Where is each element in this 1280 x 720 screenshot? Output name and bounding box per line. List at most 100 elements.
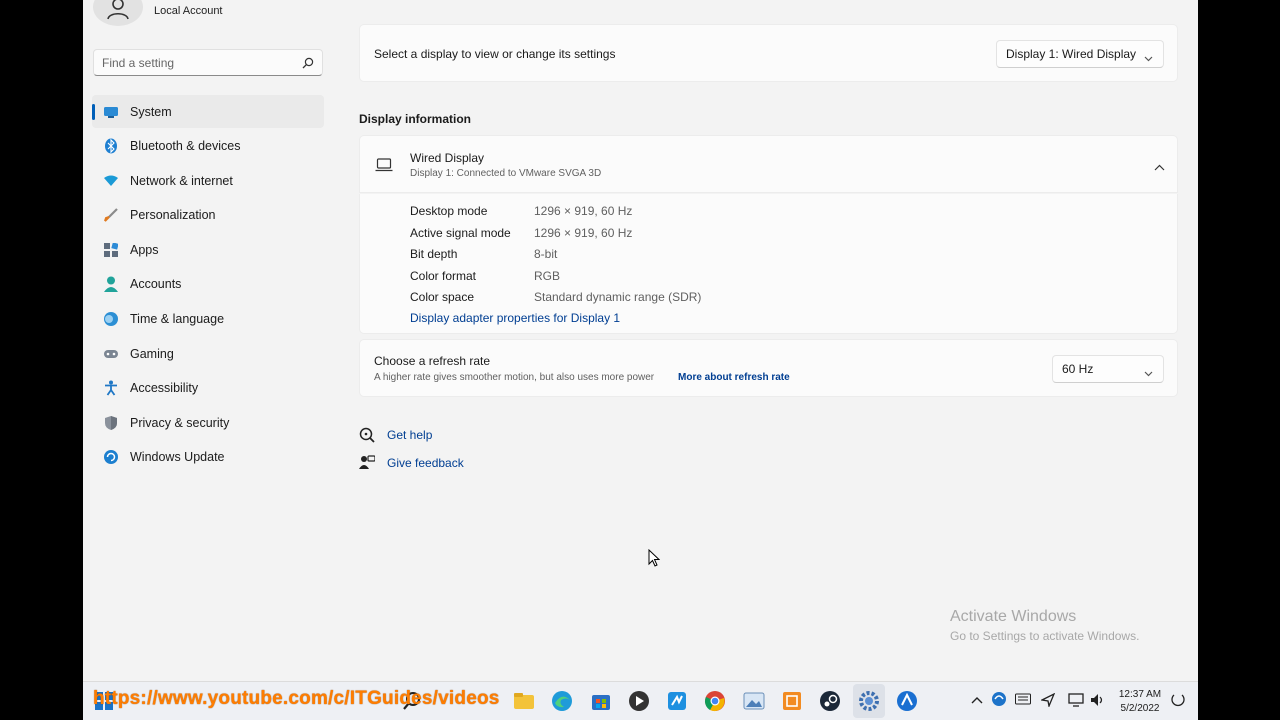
display-dropdown[interactable]: Display 1: Wired Display (996, 40, 1164, 68)
refresh-rate-label: Choose a refresh rate (374, 354, 491, 368)
sidebar-item-label: System (130, 104, 172, 119)
refresh-rate-row: Choose a refresh rate A higher rate give… (359, 339, 1178, 397)
clock-date: 5/2/2022 (1120, 703, 1160, 714)
sidebar-item-time-language[interactable]: Time & language (92, 303, 324, 336)
display-dropdown-value: Display 1: Wired Display (1006, 47, 1137, 61)
give-feedback-link[interactable]: Give feedback (359, 455, 464, 471)
help-icon (359, 427, 375, 443)
refresh-rate-more-link[interactable]: More about refresh rate (678, 372, 790, 383)
laptop-icon (375, 158, 393, 177)
sidebar-item-accounts[interactable]: Accounts (92, 268, 324, 301)
adapter-properties-link[interactable]: Display adapter properties for Display 1 (410, 311, 620, 325)
refresh-rate-description: A higher rate gives smoother motion, but… (374, 372, 655, 383)
info-value-bit-depth: 8-bit (534, 247, 558, 261)
sidebar-item-label: Network & internet (130, 173, 233, 188)
store-icon[interactable] (590, 690, 612, 712)
refresh-rate-value: 60 Hz (1062, 362, 1094, 376)
sidebar-item-network[interactable]: Network & internet (92, 164, 324, 197)
sidebar-item-label: Accessibility (130, 381, 199, 396)
media-player-icon[interactable] (628, 690, 650, 712)
avatar[interactable] (93, 0, 143, 26)
info-key-color-format: Color format (410, 268, 477, 283)
sidebar-item-label: Accounts (130, 277, 182, 292)
taskbar-clock[interactable]: 12:37 AM 5/2/2022 (1117, 688, 1163, 716)
select-display-label: Select a display to view or change its s… (374, 47, 616, 61)
info-key-bit-depth: Bit depth (410, 247, 458, 261)
select-display-row: Select a display to view or change its s… (359, 24, 1178, 82)
monitor-icon (103, 104, 119, 120)
location-icon[interactable] (1039, 692, 1056, 710)
refresh-rate-dropdown[interactable]: 60 Hz (1052, 355, 1164, 383)
app-blue-round-icon[interactable] (896, 690, 918, 712)
feedback-icon (359, 455, 375, 471)
info-value-color-space: Standard dynamic range (SDR) (534, 290, 702, 304)
sidebar-item-label: Time & language (130, 312, 225, 327)
sidebar-item-windows-update[interactable]: Windows Update (92, 441, 324, 474)
sidebar-item-gaming[interactable]: Gaming (92, 337, 324, 370)
settings-gear-icon[interactable] (858, 690, 880, 712)
sidebar-item-label: Personalization (130, 208, 216, 223)
search-box[interactable] (93, 49, 323, 76)
steam-icon[interactable] (819, 690, 841, 712)
edge-icon[interactable] (551, 690, 573, 712)
notification-icon[interactable] (1171, 692, 1185, 711)
section-title: Display information (359, 112, 472, 126)
sidebar-item-privacy[interactable]: Privacy & security (92, 406, 324, 439)
activation-watermark-subtitle: Go to Settings to activate Windows. (950, 629, 1140, 643)
app-orange-icon[interactable] (781, 690, 803, 712)
sidebar-item-bluetooth[interactable]: Bluetooth & devices (92, 130, 324, 163)
app-blue-icon[interactable] (666, 690, 688, 712)
wifi-icon (103, 173, 119, 189)
info-key-active-signal-mode: Active signal mode (410, 225, 511, 240)
photos-icon[interactable] (743, 690, 765, 712)
chevron-up-icon[interactable] (1154, 158, 1165, 176)
sidebar-item-personalization[interactable]: Personalization (92, 199, 324, 232)
file-explorer-icon[interactable] (513, 690, 535, 712)
sidebar-item-label: Windows Update (130, 450, 225, 465)
network-tray-icon[interactable] (991, 691, 1007, 710)
sidebar-nav: System Bluetooth & devices Network & int… (92, 95, 324, 476)
info-key-color-space: Color space (410, 290, 475, 304)
bluetooth-icon (103, 138, 119, 154)
user-icon (107, 0, 129, 20)
activation-watermark-title: Activate Windows (950, 608, 1077, 625)
accessibility-icon (103, 380, 119, 396)
info-value-color-format: RGB (534, 268, 561, 283)
youtube-url-overlay: https://www.youtube.com/c/ITGuides/video… (93, 688, 500, 709)
update-icon (103, 449, 119, 465)
volume-icon[interactable] (1090, 693, 1106, 710)
taskbar: https://www.youtube.com/c/ITGuides/video… (83, 681, 1198, 720)
gamepad-icon (103, 346, 119, 362)
info-value-desktop-mode: 1296 × 919, 60 Hz (534, 204, 633, 218)
sidebar-item-label: Gaming (130, 346, 174, 361)
globe-clock-icon (103, 311, 119, 327)
display-tray-icon[interactable] (1068, 693, 1084, 710)
get-help-link[interactable]: Get help (359, 427, 432, 443)
mouse-cursor-icon (648, 548, 661, 572)
search-icon[interactable] (302, 56, 314, 74)
sidebar-item-accessibility[interactable]: Accessibility (92, 372, 324, 405)
person-icon (103, 276, 119, 293)
clock-time: 12:37 AM (1118, 689, 1162, 700)
keyboard-icon[interactable] (1015, 693, 1031, 708)
chevron-down-icon (1144, 366, 1153, 380)
chevron-down-icon (1144, 51, 1153, 65)
sidebar-item-label: Privacy & security (130, 415, 230, 430)
get-help-label: Get help (387, 428, 433, 442)
display-info-details: Desktop mode 1296 × 919, 60 Hz Active si… (359, 194, 1178, 334)
sidebar-item-system[interactable]: System (92, 95, 324, 128)
chrome-icon[interactable] (704, 690, 726, 712)
display-name: Wired Display (410, 151, 485, 165)
info-value-active-signal-mode: 1296 × 919, 60 Hz (534, 225, 633, 240)
display-subtitle: Display 1: Connected to VMware SVGA 3D (410, 168, 602, 179)
sidebar-item-apps[interactable]: Apps (92, 233, 324, 266)
info-key-desktop-mode: Desktop mode (410, 204, 488, 218)
give-feedback-label: Give feedback (387, 456, 464, 470)
apps-icon (103, 242, 119, 258)
display-info-header[interactable]: Wired Display Display 1: Connected to VM… (359, 135, 1178, 193)
account-type-label: Local Account (154, 5, 223, 17)
shield-icon (103, 415, 119, 431)
search-input[interactable] (94, 50, 284, 75)
chevron-up-tray-icon[interactable] (971, 693, 983, 707)
sidebar-item-label: Bluetooth & devices (130, 139, 241, 154)
